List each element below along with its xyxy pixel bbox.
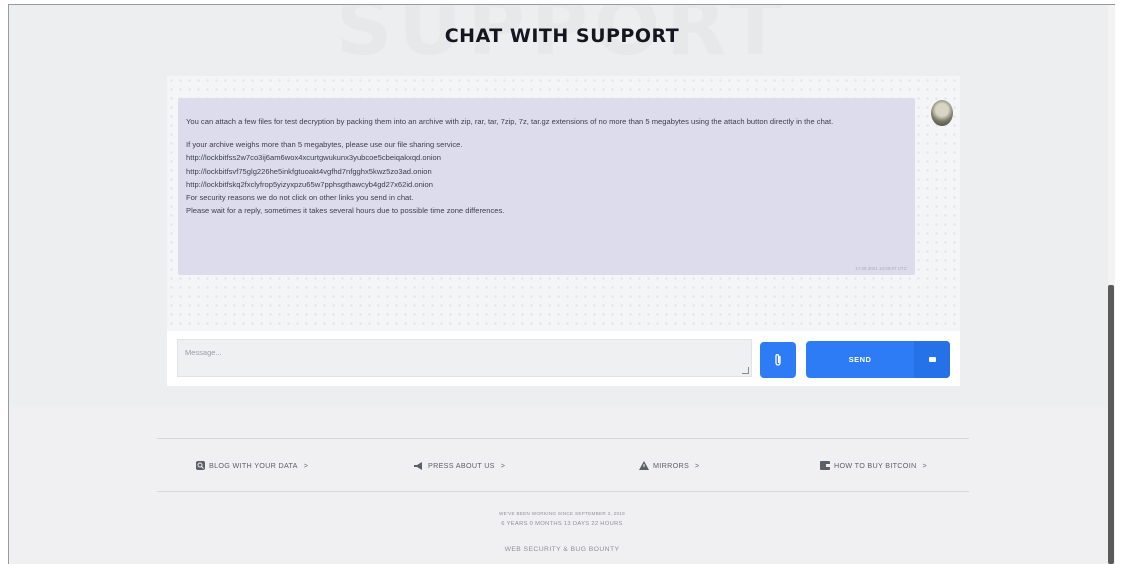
- nav-link-mirrors[interactable]: MIRRORS >: [639, 461, 700, 470]
- scrollbar-thumb[interactable]: [1108, 285, 1114, 564]
- message-icon: [914, 341, 950, 378]
- nav-link-label: HOW TO BUY BITCOIN: [834, 461, 917, 470]
- paperclip-icon: [775, 354, 781, 366]
- chevron-right-icon: >: [500, 461, 506, 470]
- resize-handle[interactable]: [742, 367, 749, 374]
- nav-link-blog[interactable]: BLOG WITH YOUR DATA >: [196, 461, 308, 470]
- message-line: Please wait for a reply, sometimes it ta…: [186, 206, 505, 216]
- nav-link-label: BLOG WITH YOUR DATA: [209, 461, 298, 470]
- working-since: WE'VE BEEN WORKING SINCE SEPTEMBER 3, 20…: [498, 511, 626, 516]
- message-timestamp: 17.09.2021 10:00:07 UTC: [855, 266, 907, 271]
- send-button[interactable]: SEND: [806, 341, 950, 378]
- mirror-link[interactable]: http://lockbitfsvf75glg226he5inkfgtuoakt…: [186, 165, 906, 178]
- send-label: SEND: [848, 355, 872, 364]
- message-paragraph: You can attach a few files for test decr…: [186, 117, 834, 126]
- message-placeholder: Message...: [185, 348, 222, 357]
- working-duration: 6 YEARS 0 MONTHS 13 DAYS 22 HOURS: [501, 521, 623, 527]
- page-title: CHAT WITH SUPPORT: [444, 25, 680, 47]
- message-input[interactable]: Message...: [177, 339, 752, 377]
- attach-button[interactable]: [760, 342, 796, 378]
- nav-link-label: MIRRORS: [653, 461, 690, 470]
- warning-icon: [639, 461, 649, 470]
- search-icon: [196, 461, 205, 470]
- chat-panel: You can attach a few files for test decr…: [167, 76, 960, 386]
- mirror-link[interactable]: http://lockbitfskq2fxclyfrop5yizyxpzu65w…: [186, 178, 906, 191]
- divider-bottom: [157, 491, 969, 492]
- message-line: If your archive weighs more than 5 megab…: [186, 140, 463, 150]
- chat-section: SUPPORT CHAT WITH SUPPORT You can attach…: [9, 5, 1115, 407]
- message-bubble: You can attach a few files for test decr…: [178, 98, 915, 275]
- divider-top: [157, 438, 969, 439]
- megaphone-icon: [414, 461, 422, 470]
- page-frame: SUPPORT CHAT WITH SUPPORT You can attach…: [8, 4, 1115, 564]
- nav-link-label: PRESS ABOUT US: [428, 461, 495, 470]
- bitcoin-wallet-icon: [820, 461, 830, 470]
- chevron-right-icon: >: [303, 461, 309, 470]
- chat-history[interactable]: You can attach a few files for test decr…: [167, 76, 960, 331]
- nav-link-press[interactable]: PRESS ABOUT US >: [414, 461, 505, 470]
- nav-link-bitcoin[interactable]: HOW TO BUY BITCOIN >: [820, 461, 927, 470]
- mirror-link[interactable]: http://lockbitfss2w7co3ij6am6wox4xcurtgw…: [186, 151, 906, 164]
- chevron-right-icon: >: [922, 461, 927, 470]
- support-avatar: [931, 100, 953, 126]
- message-text: You can attach a few files for test decr…: [186, 115, 906, 217]
- bug-bounty-link[interactable]: WEB SECURITY & BUG BOUNTY: [9, 546, 1115, 553]
- chevron-right-icon: >: [695, 461, 700, 470]
- message-line: For security reasons we do not click on …: [186, 193, 414, 203]
